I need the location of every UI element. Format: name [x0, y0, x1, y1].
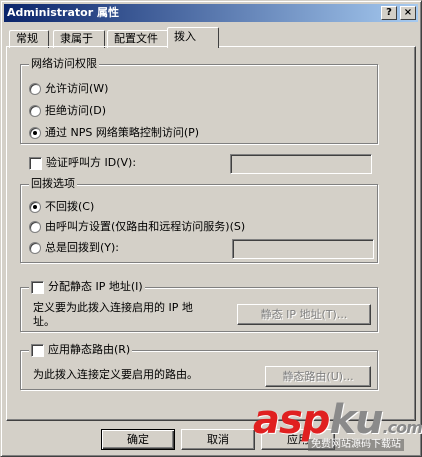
radio-nps-policy[interactable]: 通过 NPS 网络策略控制访问(P) — [29, 126, 199, 140]
radio-button[interactable] — [29, 242, 41, 254]
static-routes-group: 应用静态路由(R) 为此拨入连接定义要启用的路由。 静态路由(U)... — [20, 343, 378, 390]
radio-allow-access[interactable]: 允许访问(W) — [29, 82, 108, 96]
radio-label: 总是回拨到(Y): — [45, 241, 120, 254]
static-ip-group: 分配静态 IP 地址(I) 定义要为此拨入连接启用的 IP 地 址。 静态 IP… — [20, 280, 378, 332]
tab-panel: 网络访问权限 允许访问(W) 拒绝访问(D) 通过 NPS 网络策略控制访问(P… — [6, 46, 416, 421]
checkbox[interactable] — [31, 280, 44, 294]
radio-label: 拒绝访问(D) — [45, 104, 107, 117]
radio-label: 通过 NPS 网络策略控制访问(P) — [45, 126, 200, 139]
ok-button[interactable]: 确定 — [101, 429, 175, 450]
radio-button-selected[interactable] — [29, 201, 41, 213]
description-line: 定义要为此拨入连接启用的 IP 地 — [33, 301, 193, 314]
properties-dialog: Administrator 属性 ? × 常规 隶属于 配置文件 拨入 网络访问… — [0, 0, 422, 457]
callback-number-input[interactable] — [232, 239, 374, 259]
static-ip-button[interactable]: 静态 IP 地址(T)... — [237, 304, 371, 325]
watermark-logo: aspku.com 免费网站源码下载站 — [253, 397, 422, 455]
static-routes-button[interactable]: 静态路由(U)... — [265, 366, 371, 387]
radio-button-selected[interactable] — [29, 127, 41, 139]
radio-button[interactable] — [29, 83, 41, 95]
static-routes-description: 为此拨入连接定义要启用的路由。 — [33, 368, 198, 381]
radio-button[interactable] — [29, 221, 41, 233]
radio-button[interactable] — [29, 105, 41, 117]
window-title: Administrator 属性 — [7, 6, 119, 19]
radio-label: 不回拨(C) — [45, 200, 95, 213]
callback-label: 回拨选项 — [29, 177, 77, 191]
tab-dial-in[interactable]: 拨入 — [167, 27, 219, 48]
watermark-suffix: .com — [382, 418, 422, 437]
radio-deny-access[interactable]: 拒绝访问(D) — [29, 104, 106, 118]
cancel-button[interactable]: 取消 — [181, 429, 255, 450]
checkbox[interactable] — [31, 343, 44, 357]
watermark-text-red: asp — [253, 397, 330, 443]
caller-id-input[interactable] — [230, 154, 372, 174]
static-ip-description: 定义要为此拨入连接启用的 IP 地 址。 — [33, 301, 193, 329]
static-ip-checkbox[interactable]: 分配静态 IP 地址(I) — [29, 280, 145, 294]
radio-label: 允许访问(W) — [45, 82, 109, 95]
static-routes-checkbox[interactable]: 应用静态路由(R) — [29, 343, 133, 357]
watermark-text-grey: ku — [329, 397, 383, 443]
callback-group: 回拨选项 不回拨(C) 由呼叫方设置(仅路由和远程访问服务)(S) 总是回拨到(… — [20, 177, 378, 263]
radio-label: 由呼叫方设置(仅路由和远程访问服务)(S) — [45, 220, 246, 233]
checkbox-label: 验证呼叫方 ID(V): — [46, 156, 137, 169]
verify-caller-id-checkbox[interactable]: 验证呼叫方 ID(V): — [29, 156, 136, 170]
watermark-subtitle: 免费网站源码下载站 — [308, 439, 404, 451]
radio-always-callback[interactable]: 总是回拨到(Y): — [29, 241, 119, 255]
radio-caller-set[interactable]: 由呼叫方设置(仅路由和远程访问服务)(S) — [29, 220, 245, 234]
checkbox[interactable] — [29, 156, 42, 170]
network-access-group: 网络访问权限 允许访问(W) 拒绝访问(D) 通过 NPS 网络策略控制访问(P… — [20, 57, 378, 144]
description-line: 址。 — [33, 315, 55, 328]
checkbox-label: 分配静态 IP 地址(I) — [48, 280, 143, 293]
title-bar[interactable]: Administrator 属性 ? × — [4, 4, 418, 22]
checkbox-label: 应用静态路由(R) — [48, 343, 131, 356]
network-access-label: 网络访问权限 — [29, 57, 99, 71]
radio-no-callback[interactable]: 不回拨(C) — [29, 200, 94, 214]
help-button[interactable]: ? — [381, 6, 397, 20]
close-button[interactable]: × — [400, 6, 416, 20]
